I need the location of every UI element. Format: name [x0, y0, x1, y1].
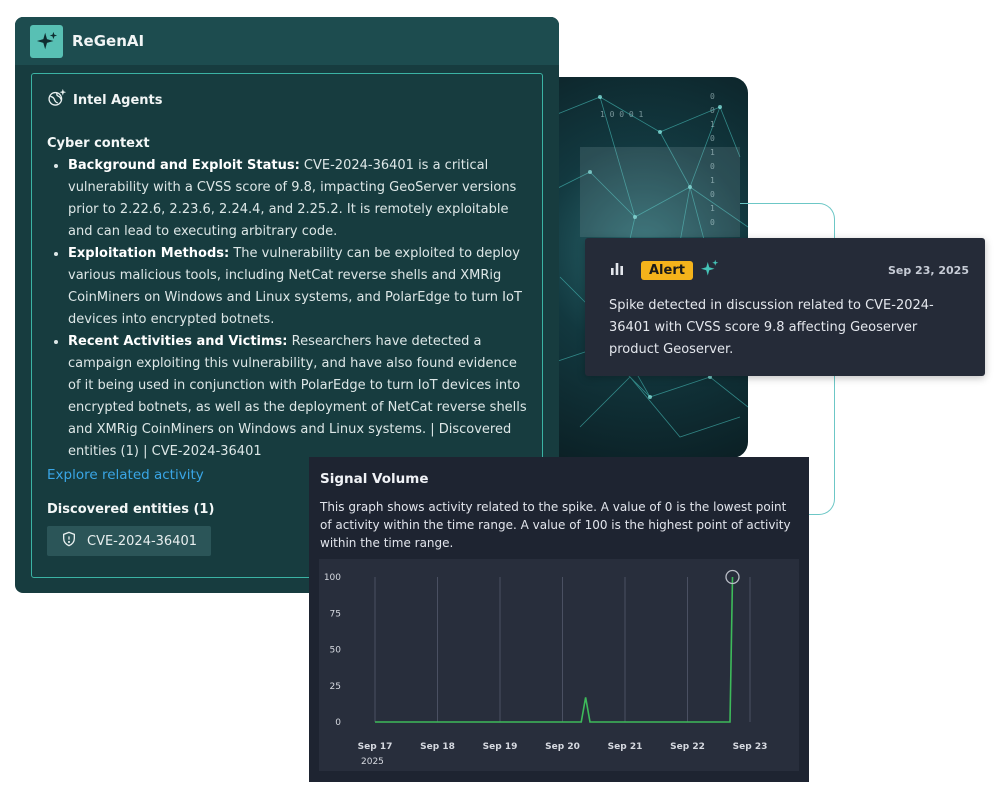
signal-volume-description: This graph shows activity related to the…: [320, 500, 791, 550]
svg-text:1 0 0 0 1: 1 0 0 0 1: [600, 110, 644, 119]
entity-chip-cve[interactable]: CVE-2024-36401: [47, 526, 212, 556]
series-line: [375, 576, 734, 723]
svg-text:0: 0: [710, 162, 715, 171]
bullet-text: Researchers have detected a campaign exp…: [68, 334, 527, 459]
svg-text:1: 1: [710, 120, 715, 129]
bar-chart-icon: [609, 260, 625, 280]
x-tick-label: Sep 20: [545, 742, 580, 752]
intel-agents-header: Intel Agents: [47, 88, 527, 112]
svg-text:0: 0: [710, 134, 715, 143]
y-tick-label: 50: [330, 646, 342, 656]
intel-agents-label: Intel Agents: [73, 92, 163, 108]
signal-volume-chart: 0 25 50 75 100 Sep 17 Sep 18 Sep 19 Sep 20 Sep 21…: [319, 559, 799, 771]
svg-text:0: 0: [710, 218, 715, 227]
y-tick-label: 75: [330, 609, 341, 619]
list-item: Recent Activities and Victims: Researche…: [68, 331, 527, 463]
x-tick-label: Sep 22: [670, 742, 705, 752]
svg-text:1: 1: [710, 176, 715, 185]
y-tick-label: 25: [330, 682, 341, 692]
y-tick-label: 0: [335, 718, 341, 728]
globe-sparkle-icon: [47, 88, 67, 112]
regenai-header: ReGenAI: [15, 17, 559, 65]
svg-text:0: 0: [710, 92, 715, 101]
x-tick-label: Sep 19: [483, 742, 518, 752]
alert-card[interactable]: Alert Sep 23, 2025 Spike detected in dis…: [585, 238, 985, 376]
svg-text:0: 0: [710, 190, 715, 199]
x-tick-label: Sep 21: [608, 742, 643, 752]
sparkle-icon: [700, 259, 719, 281]
list-item: Exploitation Methods: The vulnerability …: [68, 243, 527, 331]
svg-text:1: 1: [710, 148, 715, 157]
x-tick-label: Sep 23: [733, 742, 768, 752]
shield-icon: [61, 531, 77, 551]
x-tick-label: Sep 18: [420, 742, 455, 752]
bullet-label: Recent Activities and Victims:: [68, 334, 288, 349]
alert-badge: Alert: [641, 260, 693, 280]
bullet-label: Background and Exploit Status:: [68, 158, 300, 173]
alert-date: Sep 23, 2025: [887, 263, 969, 277]
alert-header: Alert Sep 23, 2025: [609, 259, 969, 281]
regenai-title: ReGenAI: [72, 32, 145, 50]
list-item: Background and Exploit Status: CVE-2024-…: [68, 155, 527, 243]
x-tick-label: Sep 17: [358, 742, 393, 752]
svg-text:1: 1: [710, 204, 715, 213]
x-year-label: 2025: [361, 757, 384, 767]
signal-volume-card: Signal Volume This graph shows activity …: [309, 457, 809, 782]
chart-svg: 0 25 50 75 100 Sep 17 Sep 18 Sep 19 Sep 20 Sep 21…: [324, 569, 768, 767]
bullet-label: Exploitation Methods:: [68, 246, 230, 261]
svg-text:0: 0: [710, 106, 715, 115]
cyber-context-title: Cyber context: [47, 136, 150, 151]
y-tick-label: 100: [324, 573, 341, 583]
entity-chip-label: CVE-2024-36401: [87, 533, 198, 549]
alert-message: Spike detected in discussion related to …: [609, 298, 934, 357]
cyber-context-list: Background and Exploit Status: CVE-2024-…: [47, 155, 527, 463]
signal-volume-title: Signal Volume: [320, 471, 429, 487]
sparkle-icon: [30, 24, 63, 58]
